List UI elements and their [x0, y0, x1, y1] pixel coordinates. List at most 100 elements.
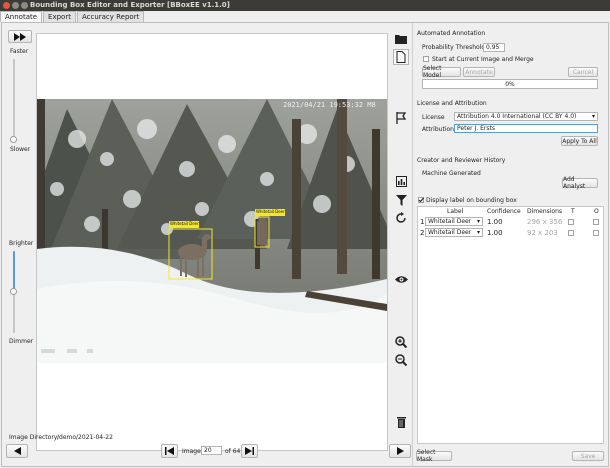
row-truncated-checkbox[interactable]: [568, 219, 574, 225]
dropdown-arrow-icon: ▾: [476, 218, 480, 225]
image-canvas[interactable]: 2021/04/21 19:53:32 M8 Whitetail Deer Wh…: [36, 33, 388, 451]
window-controls: [3, 2, 28, 9]
image-label: Image:: [182, 448, 203, 455]
photo-timestamp: 2021/04/21 19:53:32 M8: [283, 101, 376, 109]
open-folder-button[interactable]: [393, 31, 409, 47]
trash-icon: [396, 417, 406, 428]
display-label-checkbox[interactable]: [418, 197, 424, 203]
faster-label: Faster: [10, 48, 29, 55]
history-entry: Machine Generated: [422, 170, 481, 177]
annotate-pane: Faster Slower Brighter Dimmer 2021/04/21…: [1, 22, 609, 467]
row-index: 1: [420, 218, 425, 226]
file-icon: [396, 51, 406, 63]
start-current-checkbox[interactable]: [423, 56, 429, 62]
filter-icon: [395, 194, 407, 206]
annotate-button[interactable]: Annotate: [463, 67, 495, 77]
tab-accuracy-report[interactable]: Accuracy Report: [76, 11, 145, 22]
row-occluded-checkbox[interactable]: [593, 219, 599, 225]
fast-forward-button[interactable]: [8, 30, 32, 43]
slower-label: Slower: [10, 146, 31, 153]
column-t: T: [571, 208, 575, 215]
filter-button[interactable]: [393, 192, 409, 208]
minimize-window-button[interactable]: [12, 2, 19, 9]
history-title: Creator and Reviewer History: [417, 157, 506, 164]
window-titlebar: Bounding Box Editor and Exporter [BBoxEE…: [0, 0, 610, 11]
probability-threshold-spinbox[interactable]: 0.95: [483, 43, 505, 52]
table-row[interactable]: 2 Whitetail Deer ▾ 1.00 92 x 203: [418, 228, 604, 238]
annotation-table[interactable]: Label Confidence Dimensions T O 1 Whitet…: [417, 206, 604, 444]
row-truncated-checkbox[interactable]: [568, 230, 574, 236]
row-label-value: Whitetail Deer: [428, 229, 472, 236]
select-mask-button[interactable]: Select Mask: [416, 449, 452, 463]
image-directory-label: Image Directory:: [9, 434, 59, 441]
attribution-input[interactable]: Peter J. Ersts: [454, 124, 598, 133]
refresh-icon: [395, 211, 406, 223]
play-right-icon: [396, 447, 404, 455]
folder-icon: [395, 35, 407, 44]
license-select[interactable]: Attribution 4.0 International (CC BY 4.0…: [454, 112, 598, 121]
license-select-value: Attribution 4.0 International (CC BY 4.0…: [457, 113, 577, 120]
previous-image-button[interactable]: [6, 444, 28, 458]
attribution-label: Attribution: [422, 126, 454, 133]
new-file-button[interactable]: [393, 49, 409, 65]
brightness-slider-fill: [13, 251, 15, 291]
row-confidence: 1.00: [487, 229, 503, 237]
bbox-2-label: Whitetail Deer: [256, 209, 285, 214]
rotate-button[interactable]: [393, 209, 409, 225]
speed-slider-handle[interactable]: [10, 136, 17, 143]
next-image-button[interactable]: [389, 444, 411, 458]
automated-annotation-title: Automated Annotation: [417, 30, 486, 37]
zoom-in-icon: [395, 336, 407, 348]
row-dimensions: 296 x 356: [527, 218, 563, 226]
speed-slider[interactable]: [13, 59, 15, 141]
row-confidence: 1.00: [487, 218, 503, 226]
brightness-slider-handle[interactable]: [10, 288, 17, 295]
annotation-progress-bar: 0%: [422, 79, 598, 89]
camera-trap-photo[interactable]: 2021/04/21 19:53:32 M8 Whitetail Deer Wh…: [37, 99, 387, 363]
image-directory-value: /demo/2021-04-22: [57, 434, 113, 441]
fast-forward-icon: [14, 32, 26, 41]
column-dimensions: Dimensions: [527, 208, 563, 215]
display-label-text: Display label on bounding box: [426, 197, 517, 204]
close-window-button[interactable]: [3, 2, 10, 9]
zoom-out-icon: [395, 354, 407, 366]
chart-button[interactable]: [393, 173, 409, 189]
apply-to-all-button[interactable]: Apply To All: [561, 136, 598, 146]
maximize-window-button[interactable]: [21, 2, 28, 9]
select-model-button[interactable]: Select Model: [422, 65, 461, 79]
row-dimensions: 92 x 203: [527, 229, 558, 237]
last-image-button[interactable]: [241, 444, 258, 458]
brighter-label: Brighter: [9, 240, 34, 247]
flag-icon: [395, 112, 406, 124]
tab-annotate[interactable]: Annotate: [0, 11, 43, 22]
snow-forest-scene: [37, 99, 387, 363]
dropdown-arrow-icon: ▾: [476, 229, 480, 236]
check-icon: [418, 197, 424, 203]
image-number-input[interactable]: 20: [201, 446, 222, 455]
tab-export[interactable]: Export: [43, 11, 76, 22]
eye-icon: [394, 275, 408, 283]
cancel-button[interactable]: Cancel: [568, 67, 598, 77]
license-attribution-title: License and Attribution: [417, 100, 487, 107]
flag-button[interactable]: [393, 110, 409, 126]
row-label-select[interactable]: Whitetail Deer ▾: [425, 217, 483, 226]
dropdown-arrow-icon: ▾: [591, 113, 595, 120]
row-label-select[interactable]: Whitetail Deer ▾: [425, 228, 483, 237]
add-analyst-button[interactable]: Add Analyst: [562, 176, 598, 190]
first-image-button[interactable]: [161, 444, 178, 458]
license-label: License: [422, 114, 445, 121]
row-label-value: Whitetail Deer: [428, 218, 472, 225]
table-row[interactable]: 1 Whitetail Deer ▾ 1.00 296 x 356: [418, 217, 604, 227]
column-label: Label: [447, 208, 464, 215]
row-occluded-checkbox[interactable]: [593, 230, 599, 236]
tab-bar: Annotate Export Accuracy Report: [0, 11, 610, 22]
row-index: 2: [420, 229, 425, 237]
probability-threshold-label: Probability Threshold: [422, 44, 486, 51]
save-button[interactable]: Save: [572, 451, 604, 461]
delete-all-button[interactable]: [393, 414, 409, 430]
zoom-out-button[interactable]: [393, 352, 409, 368]
skip-end-icon: [245, 447, 254, 455]
zoom-in-button[interactable]: [393, 334, 409, 350]
toggle-visibility-button[interactable]: [393, 271, 409, 287]
panel-divider: [412, 23, 413, 466]
